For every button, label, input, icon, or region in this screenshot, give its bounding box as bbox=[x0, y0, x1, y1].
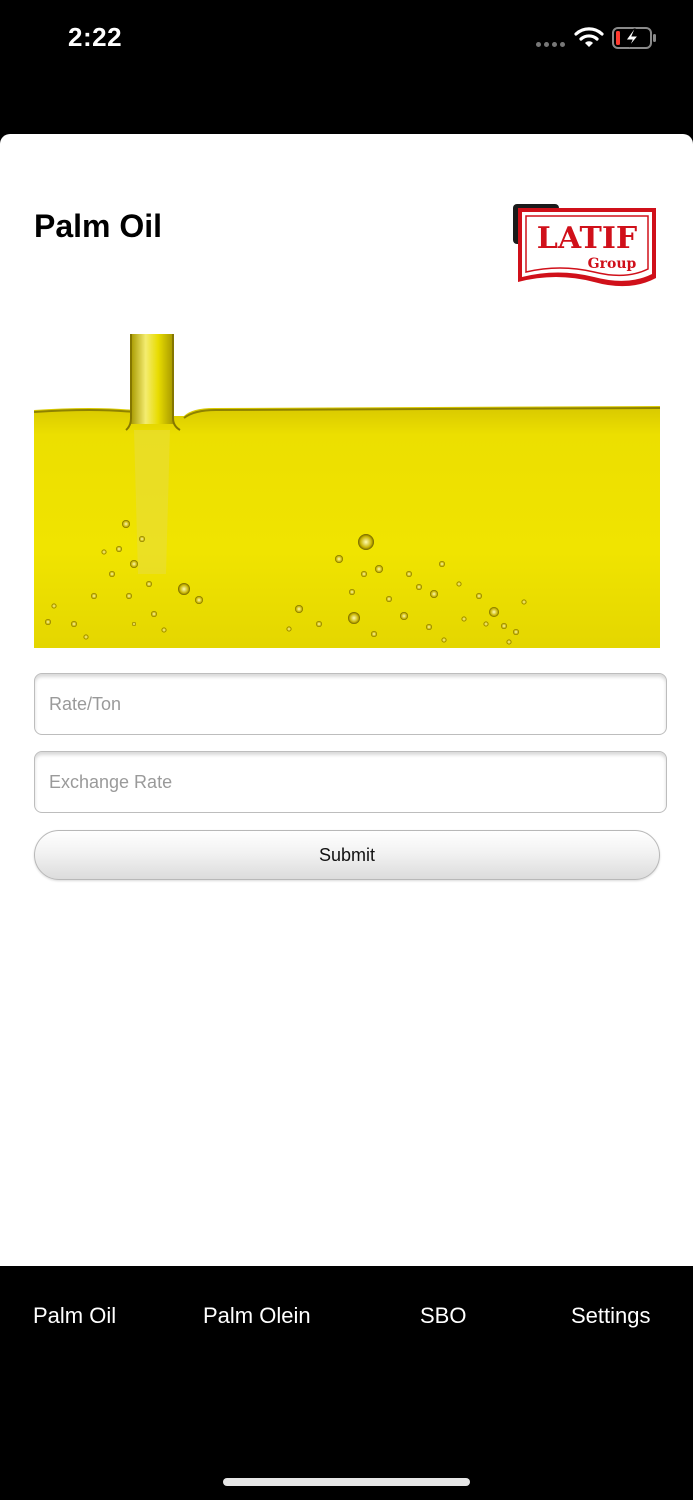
exchange-rate-input[interactable] bbox=[34, 751, 667, 813]
status-time: 2:22 bbox=[68, 22, 123, 52]
svg-text:Group: Group bbox=[588, 256, 637, 272]
main-sheet: Palm Oil LATIF Group Rate/Ton Exchange R… bbox=[0, 134, 693, 1266]
tab-settings[interactable]: Settings bbox=[571, 1303, 651, 1329]
rate-per-ton-input[interactable] bbox=[34, 673, 667, 735]
tab-palm-olein[interactable]: Palm Olein bbox=[203, 1303, 311, 1329]
home-indicator[interactable] bbox=[223, 1478, 470, 1486]
page-title: Palm Oil bbox=[34, 208, 163, 244]
bottom-tab-bar: Palm Oil Palm Olein SBO Settings bbox=[0, 1266, 693, 1500]
tab-sbo[interactable]: SBO bbox=[420, 1303, 466, 1329]
status-bar: 2:22 bbox=[0, 0, 693, 80]
oil-pour-image bbox=[34, 334, 660, 648]
latif-group-logo: LATIF Group bbox=[513, 204, 656, 287]
signal-dots-icon bbox=[536, 42, 565, 47]
svg-text:LATIF: LATIF bbox=[537, 221, 637, 256]
submit-button[interactable]: Submit bbox=[34, 830, 660, 880]
tab-palm-oil[interactable]: Palm Oil bbox=[33, 1303, 116, 1329]
app-screen: 2:22 Palm Oil LATIF Group Rate/Ton Excha… bbox=[0, 0, 693, 1500]
wifi-icon bbox=[574, 27, 604, 47]
battery-charging-icon bbox=[612, 27, 656, 49]
